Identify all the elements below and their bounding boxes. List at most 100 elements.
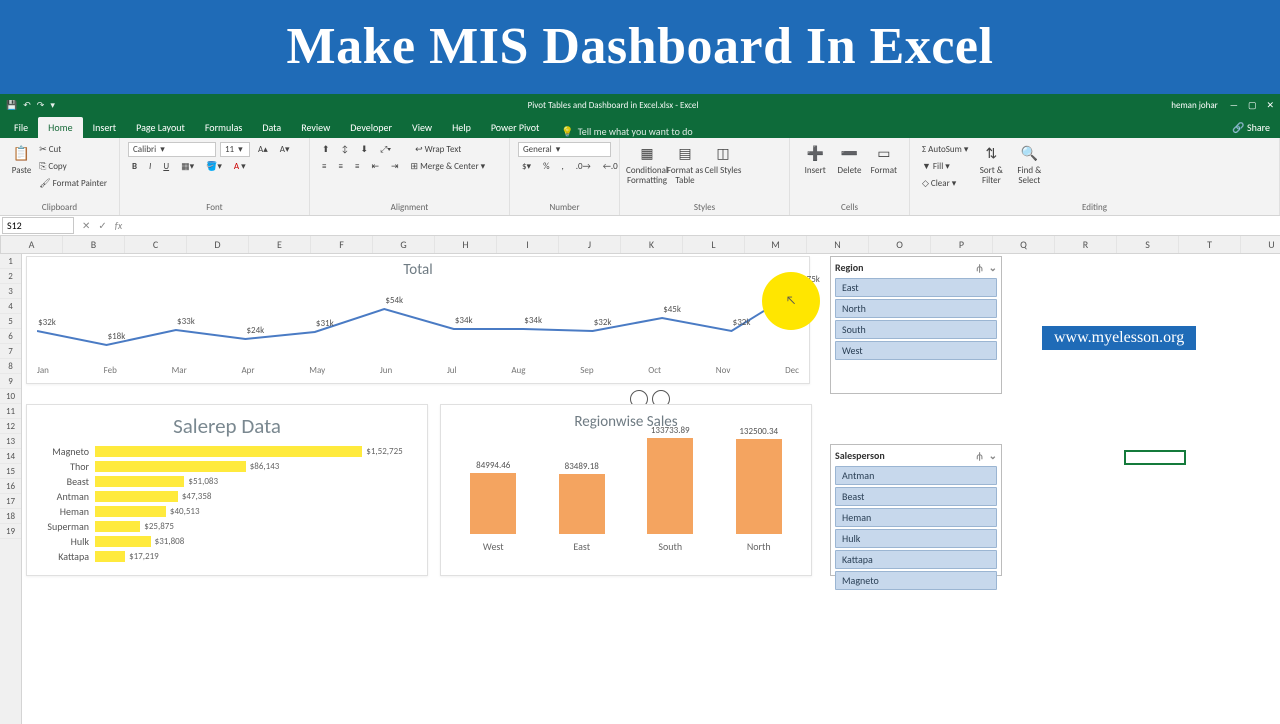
save-icon[interactable]: 💾 — [6, 100, 17, 111]
slicer-region[interactable]: Region⫛⌄ EastNorthSouthWest — [830, 256, 1002, 394]
enter-formula-icon[interactable]: ✓ — [98, 219, 106, 232]
slicer-salesperson[interactable]: Salesperson⫛⌄ AntmanBeastHemanHulkKattap… — [830, 444, 1002, 576]
col-header[interactable]: I — [497, 236, 559, 253]
bold-button[interactable]: B — [128, 159, 141, 174]
percent-icon[interactable]: % — [539, 159, 553, 174]
row-header[interactable]: 6 — [0, 329, 21, 344]
row-header[interactable]: 2 — [0, 269, 21, 284]
col-header[interactable]: D — [187, 236, 249, 253]
paste-button[interactable]: 📋Paste — [8, 142, 35, 193]
italic-button[interactable]: I — [145, 159, 155, 174]
format-cells-button[interactable]: ▭Format — [867, 142, 901, 176]
col-header[interactable]: L — [683, 236, 745, 253]
copy-button[interactable]: ⎘ Copy — [35, 159, 71, 174]
multi-select-icon[interactable]: ⫛ — [977, 261, 983, 274]
col-header[interactable]: Q — [993, 236, 1055, 253]
col-header[interactable]: N — [807, 236, 869, 253]
row-header[interactable]: 10 — [0, 389, 21, 404]
tab-home[interactable]: Home — [38, 117, 82, 138]
clear-filter-icon[interactable]: ⌄ — [989, 261, 997, 274]
name-box[interactable] — [2, 217, 74, 234]
row-header[interactable]: 3 — [0, 284, 21, 299]
slicer-item[interactable]: Magneto — [835, 571, 997, 590]
col-header[interactable]: E — [249, 236, 311, 253]
row-header[interactable]: 17 — [0, 494, 21, 509]
quick-access-toolbar[interactable]: 💾 ↶ ↷ ▾ — [6, 100, 55, 111]
tab-insert[interactable]: Insert — [83, 117, 127, 138]
font-size-combo[interactable]: 11 ▾ — [220, 142, 250, 157]
col-header[interactable]: G — [373, 236, 435, 253]
chart-regionwise-bar[interactable]: Regionwise Sales 84994.46West83489.18Eas… — [440, 404, 812, 576]
col-header[interactable]: M — [745, 236, 807, 253]
fill-button[interactable]: ▼ Fill ▾ — [918, 159, 954, 174]
row-header[interactable]: 11 — [0, 404, 21, 419]
font-color-button[interactable]: A▾ — [230, 159, 250, 174]
wrap-text-button[interactable]: ↩ Wrap Text — [411, 142, 465, 157]
row-header[interactable]: 13 — [0, 434, 21, 449]
tab-formulas[interactable]: Formulas — [195, 117, 252, 138]
row-header[interactable]: 5 — [0, 314, 21, 329]
align-left-icon[interactable]: ≡ — [318, 159, 330, 174]
tell-me[interactable]: 💡Tell me what you want to do — [561, 125, 692, 138]
tab-help[interactable]: Help — [442, 117, 481, 138]
tab-power-pivot[interactable]: Power Pivot — [481, 117, 550, 138]
col-header[interactable]: P — [931, 236, 993, 253]
currency-icon[interactable]: $▾ — [518, 159, 535, 174]
indent-inc-icon[interactable]: ⇥ — [387, 159, 403, 174]
col-header[interactable]: R — [1055, 236, 1117, 253]
row-header[interactable]: 1 — [0, 254, 21, 269]
close-icon[interactable]: ✕ — [1266, 100, 1274, 111]
tab-view[interactable]: View — [402, 117, 442, 138]
tab-page-layout[interactable]: Page Layout — [126, 117, 195, 138]
redo-icon[interactable]: ↷ — [37, 100, 45, 111]
clear-button[interactable]: ◇ Clear ▾ — [918, 176, 960, 191]
tab-file[interactable]: File — [4, 117, 38, 138]
col-header[interactable]: C — [125, 236, 187, 253]
align-bottom-icon[interactable]: ⬇ — [357, 142, 373, 157]
col-header[interactable]: T — [1179, 236, 1241, 253]
row-header[interactable]: 12 — [0, 419, 21, 434]
comma-icon[interactable]: , — [558, 159, 568, 174]
col-header[interactable]: B — [63, 236, 125, 253]
col-header[interactable]: U — [1241, 236, 1280, 253]
chart-salerep-bar[interactable]: Salerep Data Magneto$1,52,725Thor$86,143… — [26, 404, 428, 576]
insert-cells-button[interactable]: ➕Insert — [798, 142, 832, 176]
slicer-item[interactable]: South — [835, 320, 997, 339]
cancel-formula-icon[interactable]: ✕ — [82, 219, 90, 232]
font-name-combo[interactable]: Calibri ▾ — [128, 142, 216, 157]
tab-developer[interactable]: Developer — [340, 117, 402, 138]
row-header[interactable]: 9 — [0, 374, 21, 389]
clear-filter-icon[interactable]: ⌄ — [989, 449, 997, 462]
minimize-icon[interactable]: — — [1230, 100, 1238, 111]
increase-font-icon[interactable]: A▴ — [254, 142, 272, 157]
col-header[interactable]: A — [1, 236, 63, 253]
col-header[interactable]: K — [621, 236, 683, 253]
slicer-item[interactable]: Hulk — [835, 529, 997, 548]
slicer-item[interactable]: West — [835, 341, 997, 360]
borders-button[interactable]: ▦▾ — [177, 159, 198, 174]
row-header[interactable]: 7 — [0, 344, 21, 359]
slicer-item[interactable]: East — [835, 278, 997, 297]
slicer-item[interactable]: Heman — [835, 508, 997, 527]
cut-button[interactable]: ✂ Cut — [35, 142, 65, 157]
slicer-item[interactable]: Kattapa — [835, 550, 997, 569]
format-painter-button[interactable]: 🖌 Format Painter — [35, 176, 111, 191]
col-header[interactable]: J — [559, 236, 621, 253]
conditional-formatting-button[interactable]: ▦Conditional Formatting — [628, 142, 666, 186]
align-right-icon[interactable]: ≡ — [351, 159, 363, 174]
chart-total-line[interactable]: Total $32k$18k$33k$24k$31k$54k$34k$34k$3… — [26, 256, 810, 384]
underline-button[interactable]: U — [159, 159, 173, 174]
decrease-font-icon[interactable]: A▾ — [276, 142, 294, 157]
row-header[interactable]: 14 — [0, 449, 21, 464]
merge-center-button[interactable]: ⊞ Merge & Center ▾ — [407, 159, 490, 174]
number-format-combo[interactable]: General ▾ — [518, 142, 611, 157]
dec-decimal-icon[interactable]: ←.0 — [599, 159, 622, 174]
cell-styles-button[interactable]: ◫Cell Styles — [704, 142, 742, 186]
selected-cell[interactable] — [1124, 450, 1186, 465]
align-middle-icon[interactable]: ↕ — [338, 142, 353, 157]
undo-icon[interactable]: ↶ — [23, 100, 31, 111]
multi-select-icon[interactable]: ⫛ — [977, 449, 983, 462]
row-header[interactable]: 4 — [0, 299, 21, 314]
row-header[interactable]: 16 — [0, 479, 21, 494]
inc-decimal-icon[interactable]: .0→ — [572, 159, 595, 174]
